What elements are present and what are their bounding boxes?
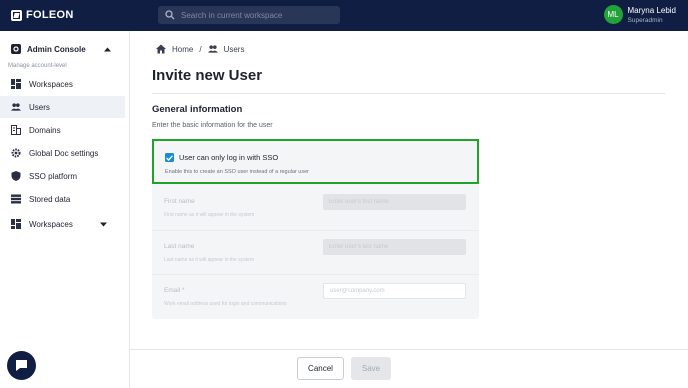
- chevron-up-icon: [104, 47, 111, 51]
- chevron-down-icon: [100, 222, 107, 226]
- footer-bar: [130, 349, 688, 388]
- sso-checkbox[interactable]: [165, 153, 174, 162]
- sidebar-item-label: SSO platform: [29, 171, 78, 181]
- foleon-logo[interactable]: FOLEON: [11, 8, 74, 22]
- cancel-button[interactable]: Cancel: [297, 357, 344, 380]
- last-name-row: Last name Last name as it will appear in…: [152, 230, 479, 274]
- search-input[interactable]: [181, 10, 331, 20]
- domains-icon: [11, 125, 21, 135]
- sidebar-item-workspaces[interactable]: Workspaces: [0, 73, 125, 95]
- breadcrumb-separator: /: [199, 44, 202, 54]
- workspaces-dropdown[interactable]: Workspaces: [0, 213, 125, 235]
- shield-icon: [11, 171, 21, 181]
- checkmark-icon: [166, 154, 173, 161]
- sidebar: Admin Console Manage account-level Works…: [0, 31, 130, 388]
- user-menu[interactable]: ML Maryna Lebid Superadmin: [603, 5, 676, 24]
- search-icon: [165, 10, 175, 20]
- page-title: Invite new User: [152, 67, 263, 84]
- sso-option[interactable]: User can only log in with SSO Enable thi…: [152, 139, 479, 184]
- user-info: Maryna Lebid Superadmin: [628, 6, 676, 24]
- logo-icon: [11, 9, 22, 21]
- email-field[interactable]: [323, 283, 466, 299]
- sidebar-item-label: Global Doc settings: [29, 148, 99, 158]
- admin-console-toggle[interactable]: Admin Console: [11, 42, 111, 56]
- sidebar-item-global-doc-settings[interactable]: Global Doc settings: [0, 142, 125, 164]
- sso-checkbox-label[interactable]: User can only log in with SSO: [179, 153, 278, 162]
- users-icon: [207, 45, 218, 53]
- sidebar-item-stored-data[interactable]: Stored data: [0, 188, 125, 210]
- sidebar-item-label: Users: [29, 102, 50, 112]
- user-role: Superadmin: [627, 16, 663, 24]
- last-name-help: Last name as it will appear in the syste…: [164, 257, 255, 263]
- chat-button[interactable]: [7, 351, 36, 380]
- settings-box-icon: [11, 44, 21, 54]
- email-help: Work email address used for login and co…: [164, 301, 287, 307]
- search-bar[interactable]: [158, 6, 340, 24]
- scope-label: Manage account-level: [8, 63, 67, 69]
- sidebar-item-label: Stored data: [29, 194, 71, 204]
- email-row: Email * Work email address used for logi…: [152, 274, 479, 318]
- sso-help-text: Enable this to create an SSO user instea…: [165, 169, 309, 175]
- breadcrumb-home[interactable]: Home: [172, 45, 193, 54]
- top-bar: FOLEON ML Maryna Lebid Superadmin: [0, 0, 688, 31]
- logo-text: FOLEON: [26, 9, 74, 21]
- sidebar-item-sso-platform[interactable]: SSO platform: [0, 165, 125, 187]
- breadcrumb: Home / Users: [156, 44, 244, 54]
- section-subtitle: Enter the basic information for the user: [152, 122, 273, 129]
- gear-icon: [11, 148, 21, 158]
- save-button[interactable]: Save: [351, 357, 391, 380]
- last-name-field[interactable]: [323, 239, 466, 255]
- sidebar-item-domains[interactable]: Domains: [0, 119, 125, 141]
- home-icon: [156, 44, 166, 54]
- dashboard-icon: [11, 79, 21, 89]
- email-label: Email *: [164, 287, 185, 294]
- sidebar-item-label: Workspaces: [29, 79, 73, 89]
- first-name-label: First name: [164, 198, 195, 205]
- dashboard-icon: [11, 219, 21, 229]
- sidebar-item-users[interactable]: Users: [0, 96, 125, 118]
- divider: [152, 93, 665, 94]
- workspaces-dropdown-label: Workspaces: [29, 219, 73, 229]
- sidebar-item-label: Domains: [29, 125, 61, 135]
- storage-icon: [11, 194, 21, 204]
- breadcrumb-current: Users: [223, 44, 245, 54]
- chat-icon: [16, 360, 27, 371]
- first-name-row: First name First name as it will appear …: [152, 186, 479, 230]
- first-name-help: First name as it will appear in the syst…: [164, 212, 255, 218]
- users-icon: [11, 103, 21, 111]
- first-name-field[interactable]: [323, 194, 466, 210]
- last-name-label: Last name: [164, 243, 195, 250]
- section-title: General information: [152, 104, 243, 115]
- admin-console-title: Admin Console: [27, 44, 86, 54]
- user-name: Maryna Lebid: [627, 5, 676, 15]
- avatar[interactable]: ML: [603, 5, 623, 24]
